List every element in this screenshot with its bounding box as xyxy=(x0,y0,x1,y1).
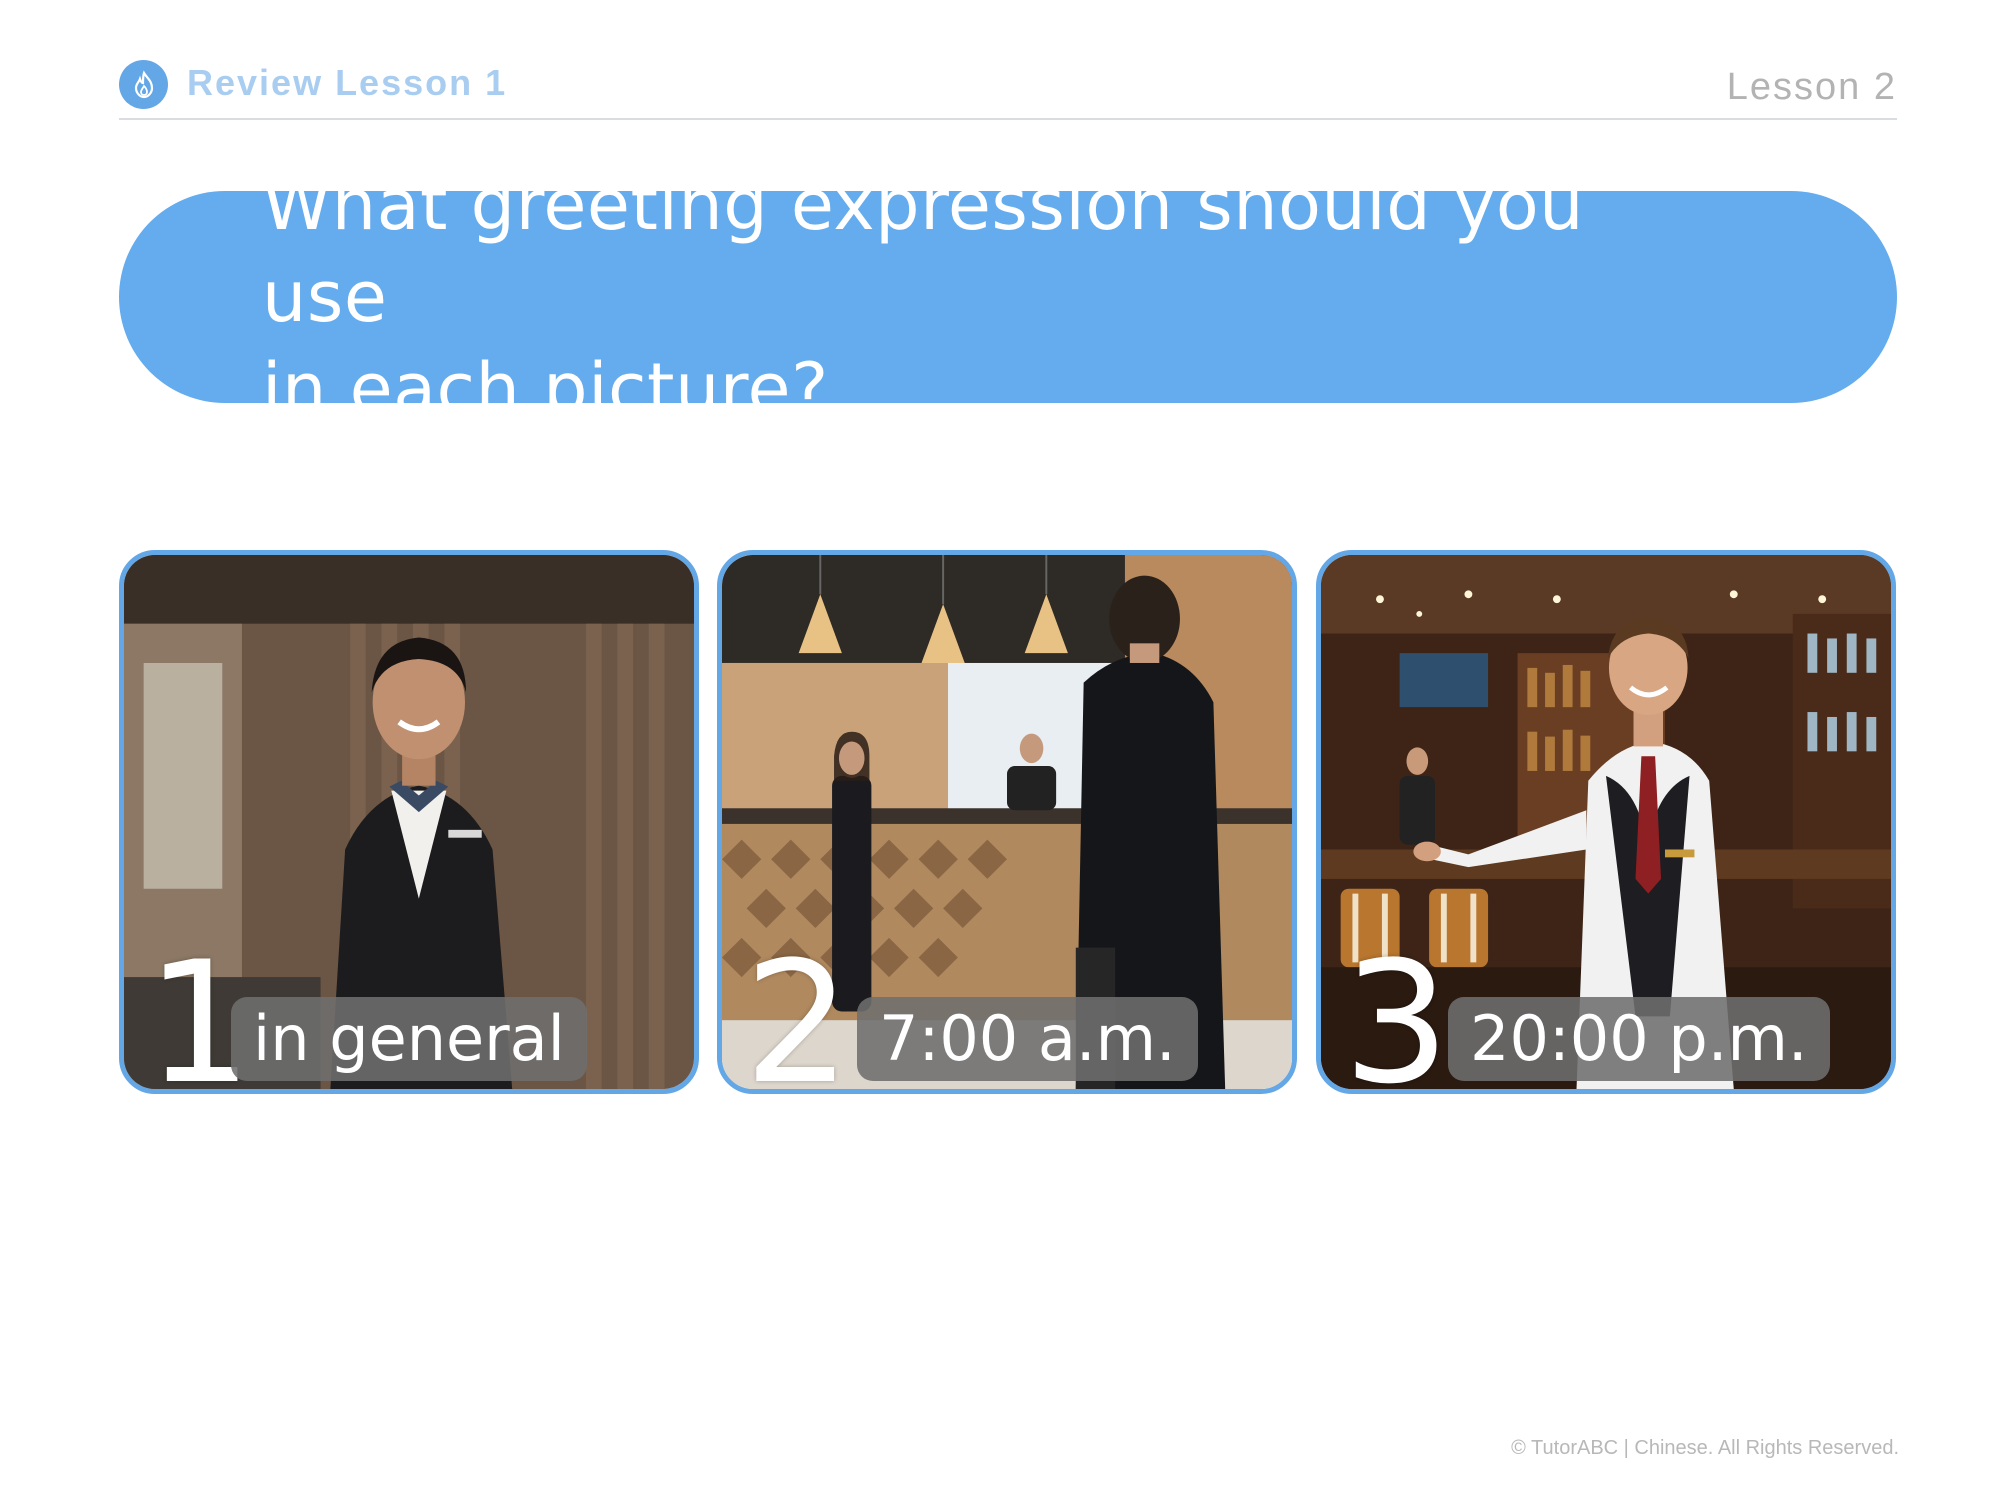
lesson-label: Lesson 2 xyxy=(1726,66,1897,108)
card-number-2: 2 xyxy=(744,925,851,1094)
card-caption-3: 20:00 p.m. xyxy=(1448,997,1830,1081)
question-line-2: in each picture? xyxy=(262,348,829,430)
copyright-footer: © TutorABC | Chinese. All Rights Reserve… xyxy=(1511,1437,1899,1459)
card-number-3: 3 xyxy=(1343,925,1450,1094)
slide-header: Review Lesson 1 Lesson 2 xyxy=(119,52,1897,120)
card-caption-1: in general xyxy=(231,997,587,1081)
card-caption-2: 7:00 a.m. xyxy=(857,997,1198,1081)
question-line-1: What greeting expression should you use xyxy=(262,164,1585,338)
question-banner: What greeting expression should you use … xyxy=(119,164,1897,430)
picture-card-1[interactable]: 1 in general xyxy=(119,550,699,1094)
flame-icon xyxy=(119,60,168,109)
question-text: What greeting expression should you use … xyxy=(262,159,1717,435)
picture-card-3[interactable]: 3 20:00 p.m. xyxy=(1316,550,1896,1094)
header-title: Review Lesson 1 xyxy=(187,62,508,103)
picture-card-2[interactable]: 2 7:00 a.m. xyxy=(717,550,1297,1094)
